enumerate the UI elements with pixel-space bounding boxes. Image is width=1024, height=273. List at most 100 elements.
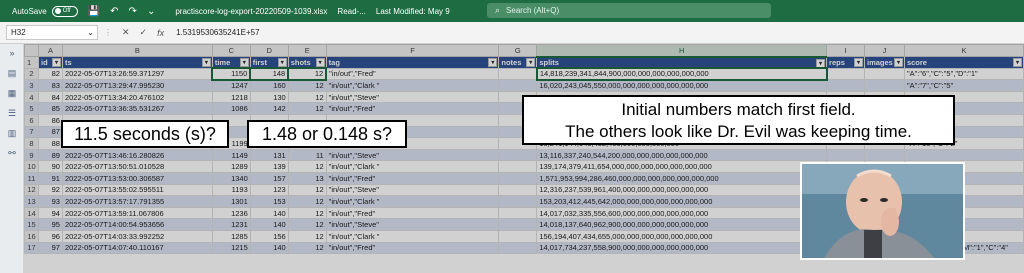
cell-images[interactable]	[863, 67, 905, 81]
row-header[interactable]: 14	[24, 206, 39, 220]
row-header[interactable]: 9	[24, 148, 39, 162]
cell-score[interactable]: "A":"6","C":"5","D":"1"	[903, 67, 1024, 81]
cancel-icon[interactable]: ✕	[122, 27, 130, 38]
row-header[interactable]: 17	[24, 241, 39, 255]
cell-ts[interactable]: 2022-05-07T14:03:33.992252	[61, 229, 213, 243]
field-header-tag[interactable]: tag ▾	[325, 56, 500, 69]
cell-first[interactable]: 160	[249, 79, 289, 92]
row-header[interactable]: 8	[24, 137, 39, 150]
cell-first[interactable]: 139	[249, 160, 289, 173]
cell-reps[interactable]	[826, 67, 865, 81]
filter-dropdown-icon[interactable]: ▾	[853, 58, 863, 67]
cell-time[interactable]: 1340	[211, 171, 251, 185]
row-header[interactable]: 7	[24, 125, 39, 139]
filter-dropdown-icon[interactable]: ▾	[315, 58, 325, 67]
cell-images[interactable]	[863, 79, 905, 92]
column-header[interactable]: A	[37, 44, 63, 57]
cell-time[interactable]: 1215	[211, 241, 251, 255]
cell-ts[interactable]: 2022-05-07T13:59:11.067806	[61, 206, 213, 220]
autosave-toggle[interactable]: Off	[51, 5, 78, 17]
cell-ts[interactable]: 2022-05-07T13:50:51.010528	[61, 160, 213, 173]
column-header[interactable]: I	[826, 44, 865, 57]
cell-tag[interactable]: "in/out","Fred"	[325, 102, 500, 115]
cell-ts[interactable]: 2022-05-07T13:29:47.995230	[61, 79, 213, 92]
field-header-shots[interactable]: shots ▾	[287, 56, 327, 69]
row-header[interactable]: 12	[24, 183, 39, 197]
insert-function-icon[interactable]: fx	[157, 28, 164, 38]
column-header[interactable]: J	[863, 44, 905, 57]
cell-splits[interactable]: 139,174,379,411,654,000,000,000,000,000,…	[536, 160, 828, 173]
filter-dropdown-icon[interactable]: ▾	[816, 58, 826, 68]
filter-dropdown-icon[interactable]: ▾	[51, 58, 61, 67]
cell-id[interactable]: 94	[37, 206, 63, 220]
undo-icon[interactable]: ↶	[110, 6, 118, 17]
row-header[interactable]: 4	[24, 90, 39, 104]
row-header[interactable]: 5	[24, 102, 39, 115]
cell-first[interactable]: 140	[249, 241, 289, 255]
cell-tag[interactable]: "in/out","Fred"	[325, 67, 500, 81]
cell-tag[interactable]: "in/out","Fred"	[325, 206, 500, 220]
cell-shots[interactable]: 13	[287, 171, 327, 185]
cell-id[interactable]: 88	[37, 137, 63, 150]
cell-first[interactable]: 148	[249, 67, 290, 81]
cell-time[interactable]: 1086	[211, 102, 251, 115]
cell-splits[interactable]: 156,194,407,434,655,000,000,000,000,000,…	[536, 229, 828, 243]
cell-time[interactable]: 1218	[211, 90, 251, 104]
cell-time[interactable]: 1150	[211, 67, 252, 81]
column-header[interactable]: G	[498, 44, 538, 57]
cell-splits[interactable]: 13,116,337,240,544,200,000,000,000,000,0…	[536, 148, 828, 162]
cell-splits[interactable]: 16,020,243,045,550,000,000,000,000,000,0…	[536, 79, 828, 92]
field-header-images[interactable]: images ▾	[863, 56, 905, 69]
cell-shots[interactable]: 12	[287, 67, 328, 81]
people-icon[interactable]: ▦	[5, 88, 19, 98]
row-header[interactable]: 3	[24, 79, 39, 92]
cell-notes[interactable]	[498, 79, 538, 92]
cell-id[interactable]: 86	[37, 113, 63, 127]
cell-id[interactable]: 83	[37, 79, 63, 92]
search-box[interactable]: ⌕ Search (Alt+Q)	[487, 3, 771, 18]
cell-tag[interactable]: "in/out","Clark "	[325, 160, 500, 173]
cell-tag[interactable]: "in/out","Steve"	[325, 90, 500, 104]
cell-id[interactable]: 92	[37, 183, 63, 197]
cell-reps[interactable]	[826, 79, 865, 92]
field-header-splits[interactable]: splits ▾	[536, 56, 828, 69]
cell-shots[interactable]: 12	[287, 206, 327, 220]
cell-id[interactable]: 85	[37, 102, 63, 115]
column-header[interactable]: K	[903, 44, 1024, 57]
cell-splits[interactable]: 14,017,032,335,556,600,000,000,000,000,0…	[536, 206, 828, 220]
cell-notes[interactable]	[498, 206, 538, 220]
select-all-corner[interactable]	[24, 44, 39, 57]
row-header[interactable]: 16	[24, 229, 39, 243]
row-header[interactable]: 2	[24, 67, 39, 81]
cell-notes[interactable]	[498, 183, 538, 197]
row-header[interactable]: 15	[24, 218, 39, 231]
cell-reps[interactable]	[826, 148, 865, 162]
cell-time[interactable]: 1149	[211, 148, 251, 162]
cell-ts[interactable]: 2022-05-07T14:00:54.953656	[61, 218, 213, 231]
row-header[interactable]: 11	[24, 171, 39, 185]
cell-tag[interactable]: "in/out","Clark "	[325, 229, 500, 243]
expand-icon[interactable]: »	[5, 48, 19, 58]
cell-shots[interactable]: 12	[287, 90, 327, 104]
row-header[interactable]: 1	[24, 56, 39, 69]
cell-first[interactable]: 140	[249, 218, 289, 231]
cell-ts[interactable]: 2022-05-07T14:07:40.110167	[61, 241, 213, 255]
cell-id[interactable]: 96	[37, 229, 63, 243]
binoculars-icon[interactable]: ⚯	[5, 148, 19, 158]
field-header-notes[interactable]: notes ▾	[498, 56, 538, 69]
cell-tag[interactable]: "in/out","Fred"	[325, 241, 500, 255]
calendar-icon[interactable]: ▤	[5, 68, 19, 78]
cell-id[interactable]: 95	[37, 218, 63, 231]
name-box[interactable]: H32 ⌄	[6, 25, 98, 40]
cell-splits[interactable]: 14,018,137,640,962,900,000,000,000,000,0…	[536, 218, 828, 231]
cell-id[interactable]: 91	[37, 171, 63, 185]
cell-first[interactable]: 140	[249, 206, 289, 220]
field-header-reps[interactable]: reps ▾	[826, 56, 865, 69]
cell-splits[interactable]: 12,316,237,539,961,400,000,000,000,000,0…	[536, 183, 828, 197]
cell-time[interactable]: 1289	[211, 160, 251, 173]
cell-ts[interactable]: 2022-05-07T13:46:16.280826	[61, 148, 213, 162]
cell-first[interactable]: 156	[249, 229, 289, 243]
cell-splits[interactable]: 1,571,953,994,286,460,000,000,000,000,00…	[536, 171, 828, 185]
cell-notes[interactable]	[498, 241, 538, 255]
field-header-score[interactable]: score ▾	[903, 56, 1024, 69]
